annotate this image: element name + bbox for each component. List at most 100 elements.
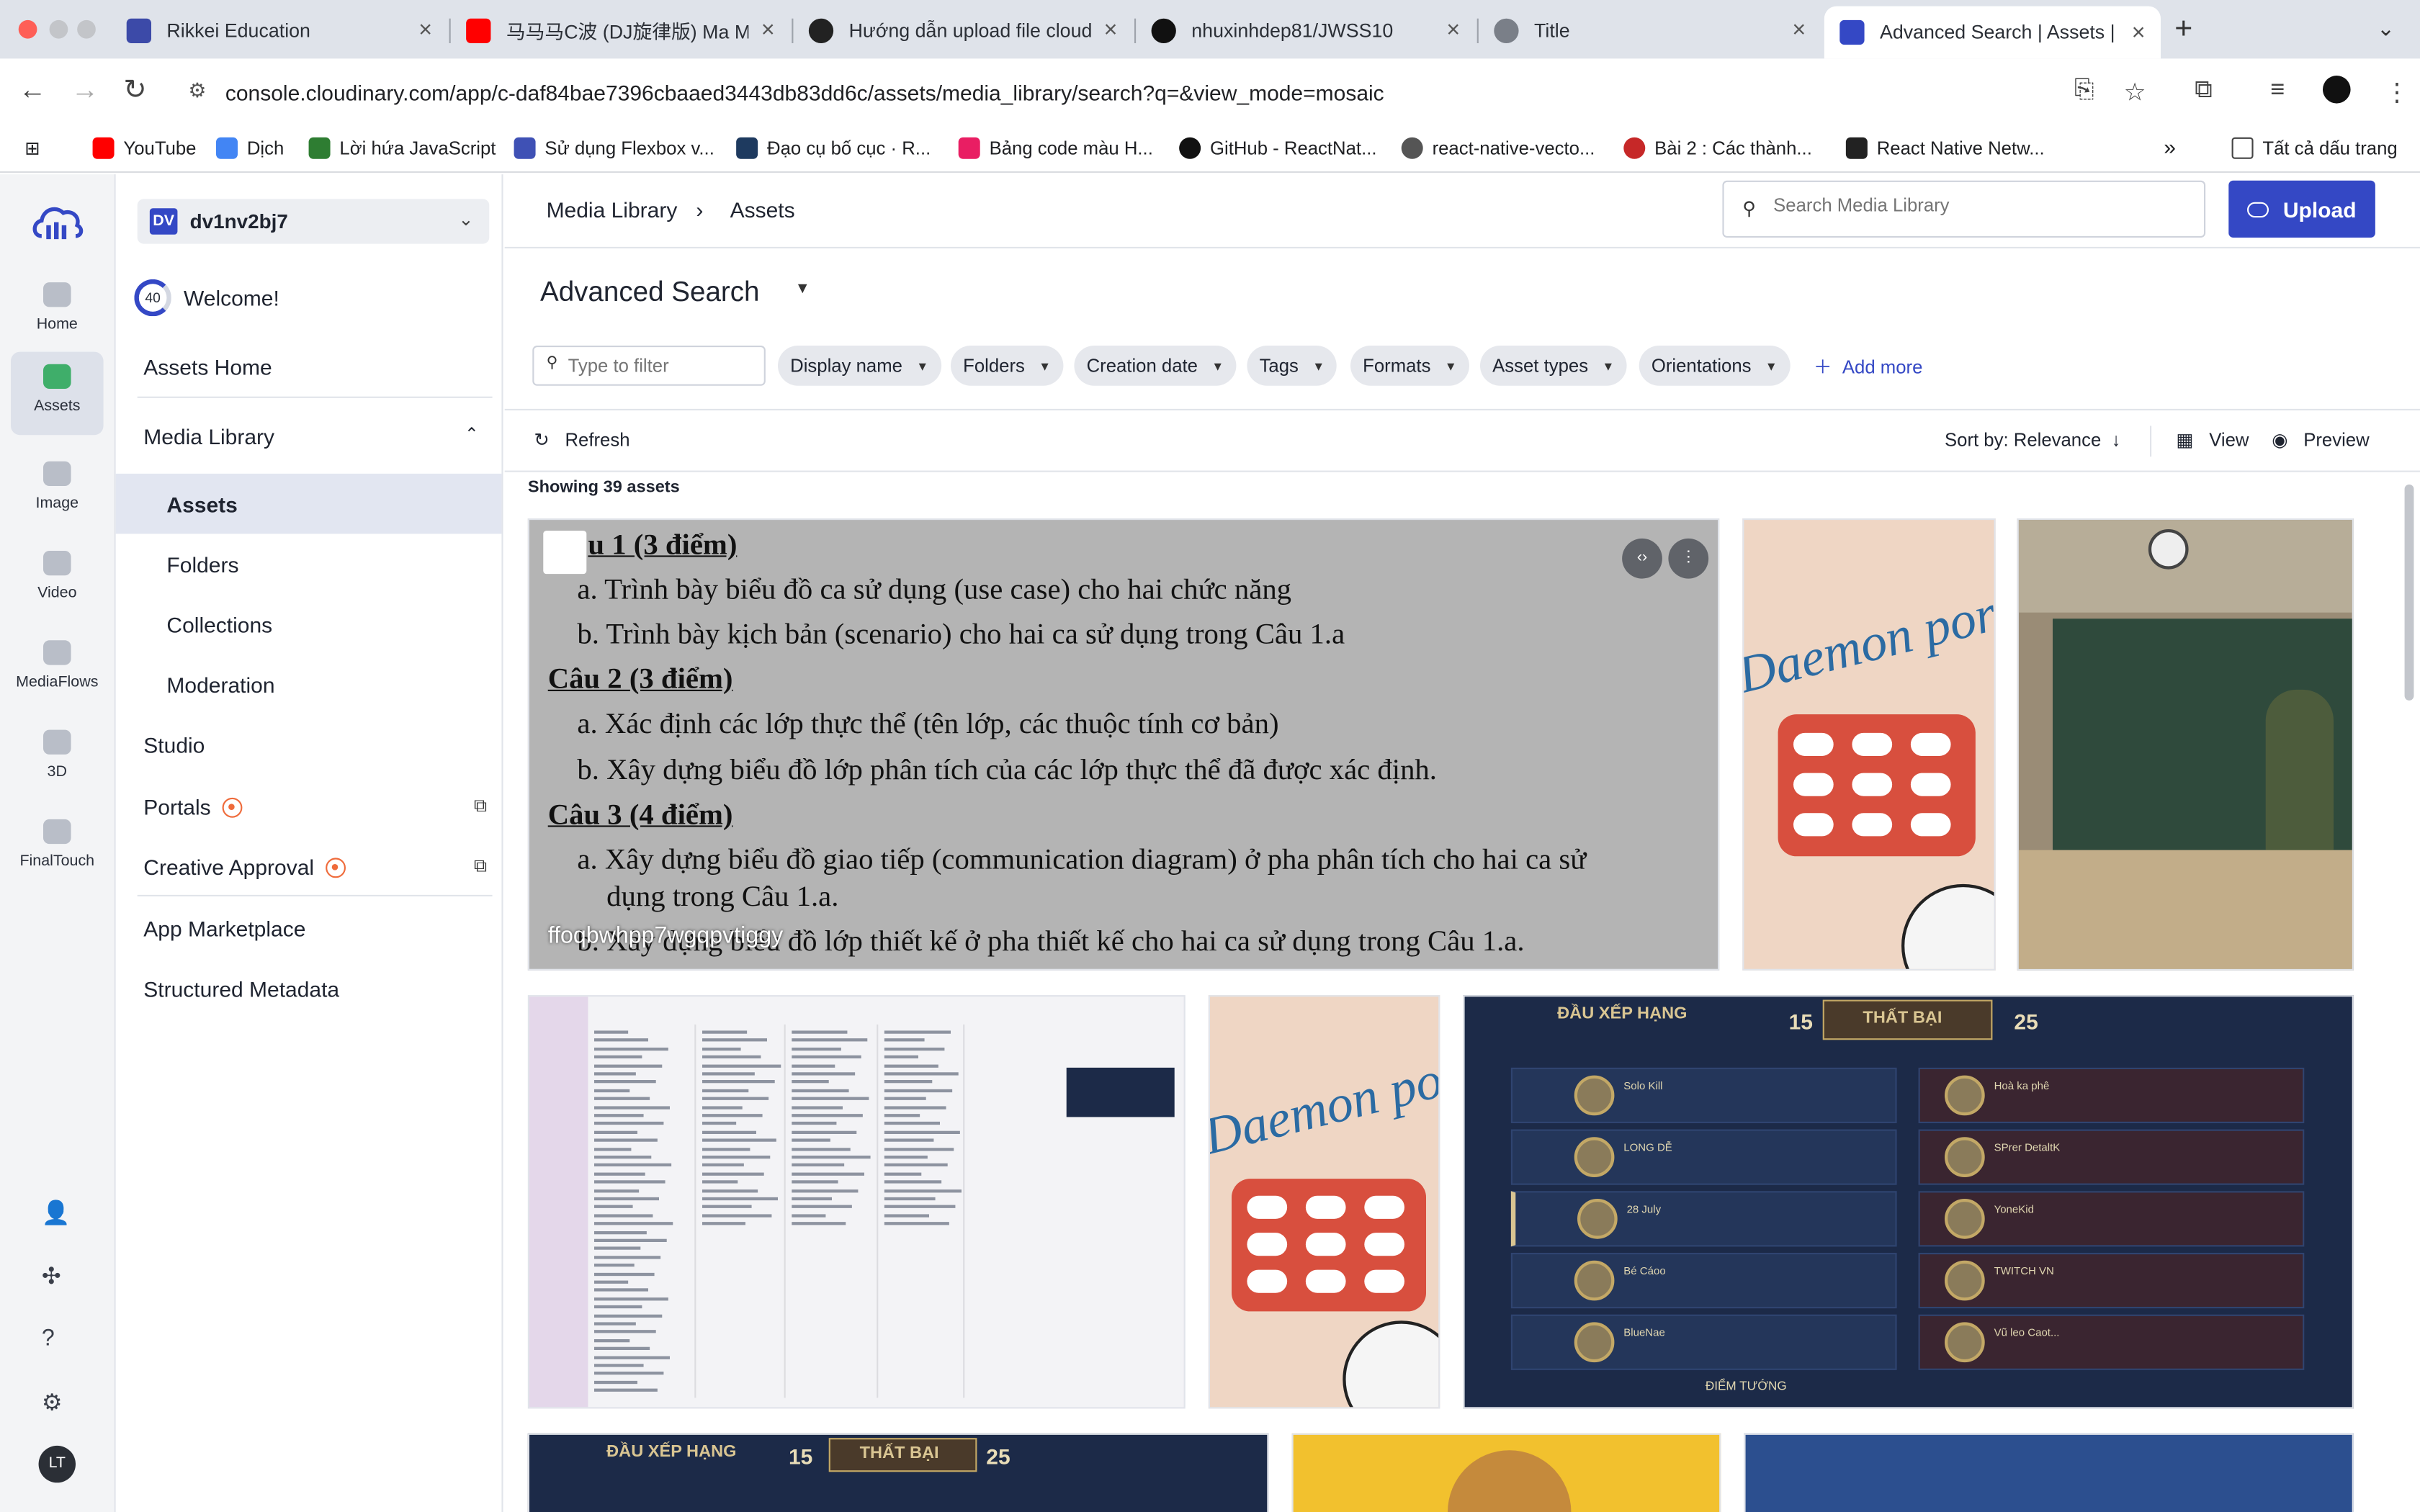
translate-icon[interactable]: ⎘ bbox=[2074, 77, 2094, 105]
site-info-icon[interactable]: ⚙ bbox=[188, 78, 206, 103]
advanced-search-title[interactable]: Advanced Search bbox=[540, 276, 759, 309]
asset-card-screenshot[interactable]: ĐẦU XẾP HẠNG 15 THẤT BẠI 25 bbox=[527, 1433, 1269, 1512]
more-options-icon[interactable]: ⋮ bbox=[1668, 538, 1709, 579]
browser-tab[interactable]: Title × bbox=[1479, 8, 1821, 53]
nav-structured-metadata[interactable]: Structured Metadata bbox=[143, 976, 339, 1001]
welcome-item[interactable]: 40 Welcome! bbox=[134, 279, 279, 317]
apps-grid-icon[interactable]: ⊞ bbox=[24, 138, 40, 159]
reload-icon[interactable]: ↻ bbox=[123, 74, 146, 107]
add-user-icon[interactable]: 👤 bbox=[42, 1199, 71, 1226]
nav-assets[interactable]: Assets bbox=[166, 492, 237, 517]
extensions-puzzle-icon[interactable]: ⧉ bbox=[2195, 77, 2213, 105]
asset-card-photo[interactable]: Daemon ports bbox=[1208, 995, 1440, 1409]
browser-tab[interactable]: 马马马C波 (DJ旋律版) Ma Ma C × bbox=[451, 8, 790, 53]
external-link-icon[interactable]: ⧉ bbox=[474, 855, 487, 878]
nav-portals[interactable]: Portals bbox=[143, 795, 242, 819]
preview-button[interactable]: ◉ Preview bbox=[2272, 429, 2369, 451]
rail-home[interactable]: Home bbox=[11, 270, 104, 354]
filter-creation-date[interactable]: Creation date ▼ bbox=[1074, 346, 1237, 386]
filter-orientations[interactable]: Orientations ▼ bbox=[1639, 346, 1790, 386]
nav-app-marketplace[interactable]: App Marketplace bbox=[143, 917, 305, 941]
user-avatar[interactable]: LT bbox=[38, 1445, 76, 1483]
bookmark-item[interactable]: React Native Netw... bbox=[1845, 137, 2045, 159]
cloud-selector[interactable]: DV dv1nv2bj7 ⌄ bbox=[137, 199, 490, 244]
extensions-puzzle-icon[interactable]: ✣ bbox=[42, 1262, 61, 1290]
bookmark-item[interactable]: react-native-vecto... bbox=[1401, 137, 1595, 159]
bookmark-item[interactable]: Lời hứa JavaScript bbox=[308, 137, 496, 159]
filter-input[interactable] bbox=[568, 354, 753, 377]
media-controls-icon[interactable]: ≡ bbox=[2270, 77, 2285, 105]
sort-dropdown[interactable]: Sort by: Relevance ↓ bbox=[1945, 429, 2120, 451]
close-tab-icon[interactable]: × bbox=[761, 17, 775, 43]
results-scrollbar[interactable] bbox=[2404, 484, 2414, 701]
forward-arrow-icon[interactable]: → bbox=[71, 74, 99, 107]
rail-finaltouch[interactable]: FinalTouch bbox=[11, 807, 104, 891]
bookmark-item[interactable]: GitHub - ReactNat... bbox=[1179, 137, 1377, 159]
browser-tab[interactable]: nhuxinhdep81/JWSS10 × bbox=[1136, 8, 1475, 53]
nav-folders[interactable]: Folders bbox=[166, 552, 238, 577]
rail-assets[interactable]: Assets bbox=[11, 351, 104, 436]
rail-3d[interactable]: 3D bbox=[11, 717, 104, 801]
close-tab-icon[interactable]: × bbox=[1792, 17, 1806, 43]
asset-card-document[interactable]: u 1 (3 điểm) a. Trình bày biểu đồ ca sử … bbox=[527, 518, 1720, 971]
filter-formats[interactable]: Formats ▼ bbox=[1350, 346, 1469, 386]
asset-card-screenshot[interactable] bbox=[527, 995, 1186, 1409]
add-more-filters-button[interactable]: ＋ Add more bbox=[1814, 354, 1923, 379]
asset-card-photo[interactable] bbox=[2017, 518, 2354, 971]
bookmark-item[interactable]: YouTube bbox=[92, 137, 196, 159]
new-tab-plus-icon[interactable]: + bbox=[2174, 12, 2192, 48]
more-bookmarks-chevron-icon[interactable]: » bbox=[2164, 134, 2176, 158]
filter-display-name[interactable]: Display name ▼ bbox=[778, 346, 941, 386]
minimize-window-button[interactable] bbox=[49, 19, 68, 39]
close-tab-icon[interactable]: × bbox=[1446, 17, 1460, 43]
upload-button[interactable]: Upload bbox=[2228, 180, 2375, 238]
url-text[interactable]: console.cloudinary.com/app/c-daf84bae739… bbox=[225, 80, 1384, 104]
help-icon[interactable]: ? bbox=[42, 1326, 55, 1351]
select-checkbox[interactable] bbox=[543, 531, 587, 575]
bookmark-item[interactable]: Đạo cụ bố cục · R... bbox=[736, 137, 931, 159]
cloudinary-logo-icon[interactable] bbox=[30, 202, 85, 246]
maximize-window-button[interactable] bbox=[77, 19, 96, 39]
nav-collections[interactable]: Collections bbox=[166, 613, 272, 637]
asset-card-photo[interactable] bbox=[1744, 1433, 2354, 1512]
asset-card-screenshot[interactable]: ĐẦU XẾP HẠNG 15 THẤT BẠI 25 Solo Kill LO… bbox=[1463, 995, 2354, 1409]
nav-assets-home[interactable]: Assets Home bbox=[143, 355, 272, 379]
bookmark-item[interactable]: Bảng code màu H... bbox=[958, 137, 1153, 159]
bookmark-star-icon[interactable]: ☆ bbox=[2124, 77, 2146, 108]
external-link-icon[interactable]: ⧉ bbox=[474, 795, 487, 818]
filter-asset-types[interactable]: Asset types ▼ bbox=[1480, 346, 1627, 386]
close-tab-icon[interactable]: × bbox=[1104, 17, 1118, 43]
bookmark-item[interactable]: Sử dụng Flexbox v... bbox=[514, 137, 714, 159]
browser-tab[interactable]: Rikkei Education × bbox=[111, 8, 447, 53]
nav-media-library[interactable]: Media Library bbox=[143, 424, 274, 449]
filter-tags[interactable]: Tags ▼ bbox=[1247, 346, 1337, 386]
search-media-library[interactable]: ⚲ bbox=[1722, 180, 2206, 238]
asset-card-photo[interactable]: Daemon ports bbox=[1742, 518, 1996, 971]
tab-search-chevron-icon[interactable]: ⌄ bbox=[2377, 15, 2395, 41]
chevron-up-icon[interactable]: ⌃ bbox=[465, 424, 479, 444]
back-arrow-icon[interactable]: ← bbox=[19, 74, 47, 107]
rail-video[interactable]: Video bbox=[11, 539, 104, 622]
all-bookmarks-folder[interactable]: Tất cả dấu trang bbox=[2231, 137, 2398, 159]
rail-image[interactable]: Image bbox=[11, 449, 104, 533]
filter-box[interactable]: ⚲ bbox=[532, 346, 766, 386]
view-button[interactable]: ▦ View bbox=[2176, 429, 2249, 451]
rail-mediaflows[interactable]: MediaFlows bbox=[11, 628, 104, 711]
bookmark-item[interactable]: Bài 2 : Các thành... bbox=[1623, 137, 1812, 159]
profile-avatar-icon[interactable] bbox=[2323, 76, 2351, 104]
caret-down-icon[interactable]: ▼ bbox=[795, 281, 810, 298]
refresh-button[interactable]: ↻ Refresh bbox=[534, 429, 629, 451]
nav-moderation[interactable]: Moderation bbox=[166, 672, 274, 697]
url-omnibox[interactable]: ⚙ console.cloudinary.com/app/c-daf84bae7… bbox=[173, 66, 2112, 119]
search-input[interactable] bbox=[1773, 194, 2190, 216]
close-tab-icon[interactable]: × bbox=[418, 17, 432, 43]
browser-tab-active[interactable]: Advanced Search | Assets | A × bbox=[1824, 6, 2161, 59]
menu-kebab-icon[interactable]: ⋮ bbox=[2385, 77, 2409, 108]
close-tab-icon[interactable]: × bbox=[2132, 19, 2146, 45]
browser-tab[interactable]: Hướng dẫn upload file cloud × bbox=[793, 8, 1132, 53]
nav-creative-approval[interactable]: Creative Approval bbox=[143, 855, 345, 879]
embed-code-icon[interactable]: ‹› bbox=[1622, 538, 1662, 579]
asset-card-photo[interactable] bbox=[1291, 1433, 1721, 1512]
bookmark-item[interactable]: Dịch bbox=[216, 137, 284, 159]
settings-gear-icon[interactable]: ⚙ bbox=[42, 1389, 63, 1416]
